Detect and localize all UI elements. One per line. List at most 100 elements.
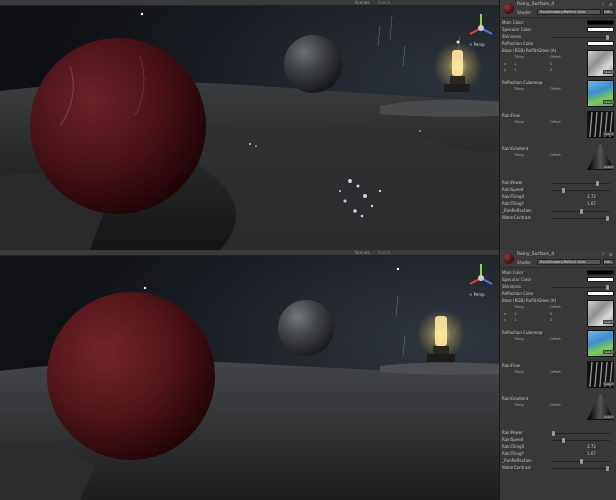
- editor-panel-top: Scenes Scene < Persp Rainy_Surface_4 ? ⚙…: [0, 0, 616, 250]
- tiling-x-field[interactable]: 1: [514, 312, 516, 316]
- shininess-label: Shininess: [502, 34, 521, 39]
- rim-reflection-label: _RimReflection: [502, 208, 532, 213]
- reflection-cubemap-label: Reflection Cubemap: [502, 330, 543, 335]
- base-texture-select[interactable]: Select: [603, 320, 615, 324]
- rain-gradient-label: RainGradient: [502, 396, 529, 401]
- main-color-label: Main Color: [502, 270, 524, 275]
- rain-speed-label: RainSpeed: [502, 437, 524, 442]
- material-inspector: Rainy_Surface_4 ? ⚙ Shader RainShaders/R…: [499, 250, 616, 500]
- rain-gradient-label: RainGradient: [502, 146, 529, 151]
- rain-tiling-y-value[interactable]: 1.67: [587, 451, 596, 456]
- water-contrast-slider[interactable]: [552, 216, 610, 221]
- rain-power-slider[interactable]: [552, 181, 610, 186]
- specular-color-swatch[interactable]: [587, 27, 614, 32]
- shininess-slider[interactable]: [552, 35, 610, 40]
- settings-gear-icon[interactable]: ⚙: [609, 252, 614, 257]
- axis-x-label: x: [504, 312, 507, 316]
- rain-tiling-y-label: RainTilingY: [502, 201, 524, 206]
- rain-speed-slider[interactable]: [552, 438, 610, 443]
- cubemap-tiling-label: Tiling: [514, 87, 524, 91]
- base-texture-label: Base (RGB) RefStrGloss (A): [502, 48, 557, 53]
- reflection-color-label: Reflection Color: [502, 291, 534, 296]
- rain-power-label: RainPower: [502, 180, 523, 185]
- rain-tiling-x-label: RainTilingX: [502, 194, 525, 199]
- reflection-cubemap-label: Reflection Cubemap: [502, 80, 543, 85]
- help-icon[interactable]: ?: [602, 252, 607, 257]
- material-name: Rainy_Surface_4: [517, 2, 555, 7]
- scene-viewport[interactable]: Scenes Scene < Persp: [0, 0, 499, 250]
- inspector-header: Rainy_Surface_4 ? ⚙ Shader RainShaders/R…: [500, 250, 616, 268]
- rainflow-offset-label: Offset: [550, 120, 561, 124]
- tiling-label: Tiling: [514, 55, 524, 59]
- cubemap-select[interactable]: Select: [603, 100, 615, 104]
- rainflow-tiling-label: Tiling: [514, 120, 524, 124]
- rain-gradient-offset-label: Offset: [550, 403, 561, 407]
- edit-shader-button[interactable]: Edit...: [603, 9, 614, 15]
- inspector-header: Rainy_Surface_4 ? ⚙ Shader RainShaders/R…: [500, 0, 616, 18]
- persp-label[interactable]: < Persp: [469, 42, 485, 47]
- rainflow-offset-label: Offset: [550, 370, 561, 374]
- shader-dropdown[interactable]: RainShaders/Reflect Spec: [537, 259, 601, 265]
- offset-label: Offset: [550, 305, 561, 309]
- shader-label: Shader: [517, 260, 532, 265]
- rain-speed-slider[interactable]: [552, 188, 610, 193]
- specular-color-label: Specular Color: [502, 27, 532, 32]
- help-icon[interactable]: ?: [602, 2, 607, 7]
- tiling-y-field[interactable]: 1: [514, 318, 516, 322]
- reflection-color-label: Reflection Color: [502, 41, 534, 46]
- rain-tiling-x-value[interactable]: 3.72: [587, 444, 596, 449]
- rain-gradient-select[interactable]: Select: [603, 165, 615, 169]
- specular-color-label: Specular Color: [502, 277, 532, 282]
- persp-label[interactable]: < Persp: [469, 292, 485, 297]
- rainflow-label: RainFlow: [502, 363, 520, 368]
- tiling-label: Tiling: [514, 305, 524, 309]
- water-contrast-slider[interactable]: [552, 466, 610, 471]
- rain-tiling-y-value[interactable]: 1.67: [587, 201, 596, 206]
- rain-gradient-tiling-label: Tiling: [514, 403, 524, 407]
- material-preview-icon: [503, 253, 514, 264]
- axis-y-label: y: [504, 318, 507, 322]
- reflection-color-swatch[interactable]: [587, 41, 614, 46]
- rim-reflection-label: _RimReflection: [502, 458, 532, 463]
- rainflow-label: RainFlow: [502, 113, 520, 118]
- editor-panel-bottom: Scenes Scene < Persp Rainy_Surface_4 ? ⚙…: [0, 250, 616, 500]
- material-name: Rainy_Surface_4: [517, 252, 555, 257]
- offset-x-field[interactable]: 0: [550, 62, 552, 66]
- rain-tiling-y-label: RainTilingY: [502, 451, 524, 456]
- edit-shader-button[interactable]: Edit...: [603, 259, 614, 265]
- scene-render: [0, 256, 499, 500]
- rain-tiling-x-label: RainTilingX: [502, 444, 525, 449]
- water-contrast-label: WaterContrast: [502, 215, 531, 220]
- rain-power-slider[interactable]: [552, 431, 610, 436]
- rim-reflection-slider[interactable]: [552, 209, 610, 214]
- rain-gradient-select[interactable]: Select: [603, 415, 615, 419]
- rain-tiling-x-value[interactable]: 3.72: [587, 194, 596, 199]
- tiling-x-field[interactable]: 1: [514, 62, 516, 66]
- cubemap-select[interactable]: Select: [603, 350, 615, 354]
- rainflow-tiling-label: Tiling: [514, 370, 524, 374]
- offset-y-field[interactable]: 0: [550, 318, 552, 322]
- specular-color-swatch[interactable]: [587, 277, 614, 282]
- axis-x-label: x: [504, 62, 507, 66]
- settings-gear-icon[interactable]: ⚙: [609, 2, 614, 7]
- tiling-y-field[interactable]: 1: [514, 68, 516, 72]
- shader-label: Shader: [517, 10, 532, 15]
- rainflow-select[interactable]: Select: [603, 132, 615, 136]
- cubemap-offset-label: Offset: [550, 337, 561, 341]
- offset-label: Offset: [550, 55, 561, 59]
- rain-gradient-offset-label: Offset: [550, 153, 561, 157]
- material-inspector: Rainy_Surface_4 ? ⚙ Shader RainShaders/R…: [499, 0, 616, 250]
- reflection-color-swatch[interactable]: [587, 291, 614, 296]
- offset-x-field[interactable]: 0: [550, 312, 552, 316]
- base-texture-select[interactable]: Select: [603, 70, 615, 74]
- shininess-slider[interactable]: [552, 285, 610, 290]
- main-color-swatch[interactable]: [587, 270, 614, 275]
- shader-dropdown[interactable]: RainShaders/Reflect Spec: [537, 9, 601, 15]
- cubemap-tiling-label: Tiling: [514, 337, 524, 341]
- rain-speed-label: RainSpeed: [502, 187, 524, 192]
- rainflow-select[interactable]: Select: [603, 382, 615, 386]
- scene-viewport[interactable]: Scenes Scene < Persp: [0, 250, 499, 500]
- rim-reflection-slider[interactable]: [552, 459, 610, 464]
- offset-y-field[interactable]: 0: [550, 68, 552, 72]
- main-color-swatch[interactable]: [587, 20, 614, 25]
